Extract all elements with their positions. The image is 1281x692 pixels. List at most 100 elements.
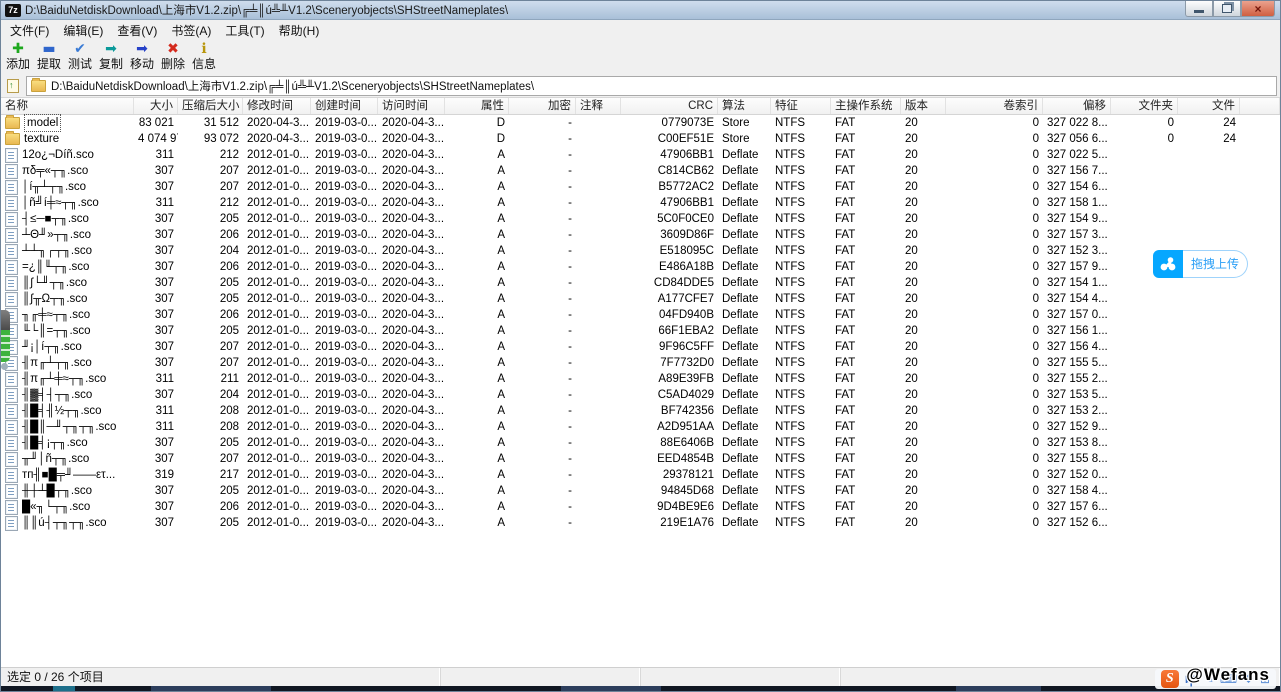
taskbar-button-sliver[interactable] — [151, 686, 271, 691]
toolbar-button-添加[interactable]: ✚添加 — [3, 41, 33, 71]
cell-modified: 2012-01-0... — [243, 499, 311, 515]
table-row[interactable]: │í╥┴┬╖.sco3072072012-01-0...2019-03-0...… — [1, 179, 1280, 195]
cell-encrypted: - — [509, 467, 576, 483]
file-name-cell: =¿║╙┬╖.sco — [1, 259, 134, 275]
cell-version: 20 — [901, 131, 946, 147]
table-row[interactable]: ╢▓╡┤┬╖.sco3072042012-01-0...2019-03-0...… — [1, 387, 1280, 403]
column-header-name[interactable]: 名称 — [1, 98, 134, 114]
taskbar-button-sliver[interactable] — [561, 686, 661, 691]
floating-side-widget[interactable] — [1, 310, 10, 370]
cell-characteristics: NTFS — [771, 131, 831, 147]
checkmark-icon: ✔ — [74, 41, 86, 57]
table-row[interactable]: ║║ú┤┬╖┬╖.sco3072052012-01-0...2019-03-0.… — [1, 515, 1280, 531]
restore-button[interactable] — [1213, 1, 1241, 17]
column-header-volume_index[interactable]: 卷索引 — [946, 98, 1043, 114]
cell-version: 20 — [901, 483, 946, 499]
column-header-modified[interactable]: 修改时间 — [243, 98, 311, 114]
table-row[interactable]: texture4 074 97293 0722020-04-3...2019-0… — [1, 131, 1280, 147]
cell-method: Deflate — [718, 499, 771, 515]
cell-crc: 3609D86F — [621, 227, 718, 243]
column-header-method[interactable]: 算法 — [718, 98, 771, 114]
menu-item-3[interactable]: 书签(A) — [164, 20, 218, 41]
cell-crc: BF742356 — [621, 403, 718, 419]
cell-volume_index: 0 — [946, 499, 1043, 515]
column-header-version[interactable]: 版本 — [901, 98, 946, 114]
cell-offset: 327 153 2... — [1043, 403, 1111, 419]
column-header-characteristics[interactable]: 特征 — [771, 98, 831, 114]
cell-created: 2019-03-0... — [311, 515, 378, 531]
cell-version: 20 — [901, 467, 946, 483]
menu-item-1[interactable]: 编辑(E) — [56, 20, 110, 41]
table-row[interactable]: ┴┴╖┌┬╖.sco3072042012-01-0...2019-03-0...… — [1, 243, 1280, 259]
table-row[interactable]: ╢π╓┴╪≈┬╖.sco3112112012-01-0...2019-03-0.… — [1, 371, 1280, 387]
toolbar-button-提取[interactable]: ▬提取 — [34, 41, 64, 71]
toolbar-button-复制[interactable]: ➡复制 — [96, 41, 126, 71]
taskbar-button-sliver[interactable] — [956, 686, 1041, 691]
column-header-files[interactable]: 文件 — [1178, 98, 1240, 114]
title-bar[interactable]: 7z D:\BaiduNetdiskDownload\上海市V1.2.zip\╔… — [1, 1, 1280, 20]
cell-folders: 0 — [1111, 115, 1178, 131]
toolbar-button-删除[interactable]: ✖删除 — [158, 41, 188, 71]
file-name: │í╥┴┬╖.sco — [22, 179, 86, 195]
cell-characteristics: NTFS — [771, 291, 831, 307]
sogou-logo-icon[interactable]: S — [1161, 670, 1179, 688]
toolbar-button-label: 测试 — [68, 57, 92, 71]
menu-item-4[interactable]: 工具(T) — [218, 20, 271, 41]
table-row[interactable]: ┤≤─■┬╖.sco3072052012-01-0...2019-03-0...… — [1, 211, 1280, 227]
start-orb-sliver[interactable] — [53, 686, 75, 691]
table-row[interactable]: ╢█║─╜┬╖┬╖.sco3112082012-01-0...2019-03-0… — [1, 419, 1280, 435]
file-icon — [5, 516, 18, 531]
column-header-accessed[interactable]: 访问时间 — [378, 98, 445, 114]
cell-crc: A89E39FB — [621, 371, 718, 387]
table-row[interactable]: model83 02131 5122020-04-3...2019-03-0..… — [1, 115, 1280, 131]
file-name: ╥╜│ñ┬╖.sco — [22, 451, 89, 467]
column-header-folders[interactable]: 文件夹 — [1111, 98, 1178, 114]
table-row[interactable]: ║∫╥Ω┬╖.sco3072052012-01-0...2019-03-0...… — [1, 291, 1280, 307]
column-header-size[interactable]: 大小 — [134, 98, 178, 114]
cell-host_os: FAT — [831, 467, 901, 483]
column-header-encrypted[interactable]: 加密 — [509, 98, 576, 114]
taskbar-sliver[interactable] — [1, 686, 1280, 691]
toolbar-button-测试[interactable]: ✔测试 — [65, 41, 95, 71]
column-header-crc[interactable]: CRC — [621, 98, 718, 114]
table-row[interactable]: │ñ╝í╪≈┬╖.sco3112122012-01-0...2019-03-0.… — [1, 195, 1280, 211]
cell-size: 307 — [134, 387, 178, 403]
column-header-offset[interactable]: 偏移 — [1043, 98, 1111, 114]
table-row[interactable]: =¿║╙┬╖.sco3072062012-01-0...2019-03-0...… — [1, 259, 1280, 275]
column-header-comment[interactable]: 注释 — [576, 98, 621, 114]
close-button[interactable]: × — [1241, 1, 1275, 17]
table-row[interactable]: ╢π╓┴┬╖.sco3072072012-01-0...2019-03-0...… — [1, 355, 1280, 371]
cell-version: 20 — [901, 515, 946, 531]
table-row[interactable]: ╙└║=┬╖.sco3072052012-01-0...2019-03-0...… — [1, 323, 1280, 339]
cell-volume_index: 0 — [946, 323, 1043, 339]
table-row[interactable]: ┴Θ╜»┬╖.sco3072062012-01-0...2019-03-0...… — [1, 227, 1280, 243]
address-field[interactable]: D:\BaiduNetdiskDownload\上海市V1.2.zip\╔╧║ú… — [26, 76, 1277, 96]
menu-item-5[interactable]: 帮助(H) — [272, 20, 327, 41]
table-row[interactable]: 12o¿¬Díñ.sco3112122012-01-0...2019-03-0.… — [1, 147, 1280, 163]
table-row[interactable]: ╖╓╪≈┬╖.sco3072062012-01-0...2019-03-0...… — [1, 307, 1280, 323]
table-row[interactable]: ║∫└╜┬╖.sco3072052012-01-0...2019-03-0...… — [1, 275, 1280, 291]
table-row[interactable]: ╜¡│í┬╖.sco3072072012-01-0...2019-03-0...… — [1, 339, 1280, 355]
table-row[interactable]: πδ╤«┬╖.sco3072072012-01-0...2019-03-0...… — [1, 163, 1280, 179]
column-header-host_os[interactable]: 主操作系统 — [831, 98, 901, 114]
cell-created: 2019-03-0... — [311, 403, 378, 419]
menu-item-0[interactable]: 文件(F) — [3, 20, 56, 41]
table-row[interactable]: ╥╜│ñ┬╖.sco3072072012-01-0...2019-03-0...… — [1, 451, 1280, 467]
table-row[interactable]: ╢█╡¡┬╖.sco3072052012-01-0...2019-03-0...… — [1, 435, 1280, 451]
baidu-drag-upload-button[interactable]: 拖拽上传 — [1153, 250, 1248, 278]
file-name: ╢▓╡┤┬╖.sco — [22, 387, 92, 403]
minimize-button[interactable] — [1185, 1, 1213, 17]
cell-volume_index: 0 — [946, 195, 1043, 211]
table-row[interactable]: тп╢■█╤╜——ετ...3192172012-01-0...2019-03-… — [1, 467, 1280, 483]
toolbar-button-移动[interactable]: ➡移动 — [127, 41, 157, 71]
column-header-attributes[interactable]: 属性 — [445, 98, 509, 114]
menu-item-2[interactable]: 查看(V) — [110, 20, 164, 41]
up-folder-button[interactable] — [4, 78, 22, 94]
table-row[interactable]: ╢█╡╢½┬╖.sco3112082012-01-0...2019-03-0..… — [1, 403, 1280, 419]
column-header-created[interactable]: 创建时间 — [311, 98, 378, 114]
cell-method: Deflate — [718, 451, 771, 467]
table-row[interactable]: ╫┼┴█┬╖.sco3072052012-01-0...2019-03-0...… — [1, 483, 1280, 499]
column-header-packed[interactable]: 压缩后大小 — [178, 98, 243, 114]
toolbar-button-信息[interactable]: ℹ信息 — [189, 41, 219, 71]
table-row[interactable]: █«╖└┬╖.sco3072062012-01-0...2019-03-0...… — [1, 499, 1280, 515]
